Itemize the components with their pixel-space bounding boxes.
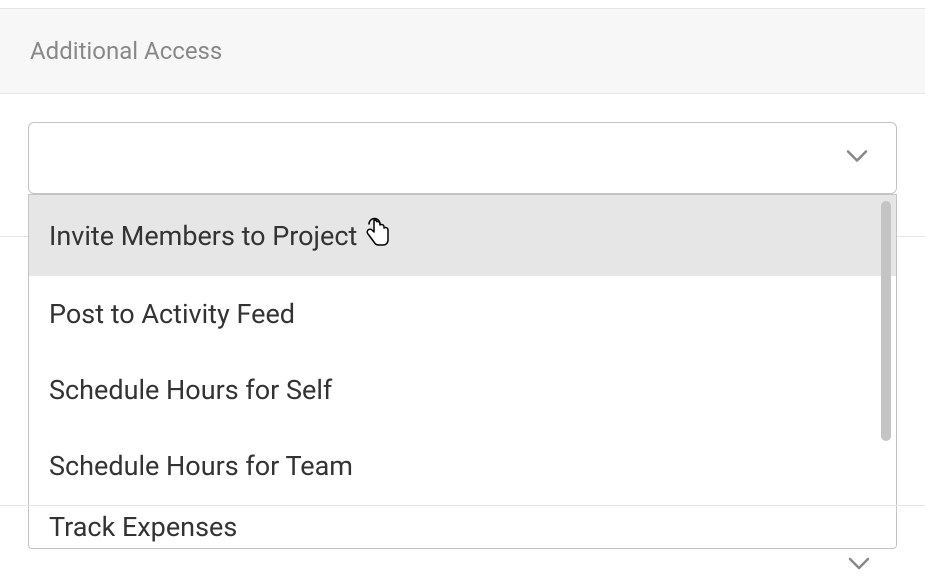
chevron-down-icon [848,556,870,575]
dropdown-option-invite-members[interactable]: Invite Members to Project [29,195,896,276]
dropdown-option-track-expenses[interactable]: Track Expenses [29,504,896,548]
dropdown-list: Invite Members to Project Post to Activi… [29,195,896,548]
dropdown-option-schedule-team[interactable]: Schedule Hours for Team [29,428,896,504]
scrollbar-track[interactable] [878,197,894,546]
pointer-cursor-icon [365,217,391,254]
scrollbar-thumb[interactable] [881,201,891,441]
divider [0,505,925,506]
section-title: Additional Access [30,37,895,65]
dropdown-option-label: Schedule Hours for Self [49,374,332,406]
chevron-down-icon [846,149,868,168]
section-header: Additional Access [0,8,925,94]
dropdown-option-label: Invite Members to Project [49,220,357,252]
dropdown-option-label: Track Expenses [49,511,237,543]
dropdown-option-label: Post to Activity Feed [49,298,295,330]
access-select[interactable] [28,122,897,194]
dropdown-option-schedule-self[interactable]: Schedule Hours for Self [29,352,896,428]
dropdown-panel: Invite Members to Project Post to Activi… [28,194,897,549]
dropdown-option-post-activity[interactable]: Post to Activity Feed [29,276,896,352]
dropdown-option-label: Schedule Hours for Team [49,450,353,482]
content-area: Invite Members to Project Post to Activi… [0,94,925,194]
